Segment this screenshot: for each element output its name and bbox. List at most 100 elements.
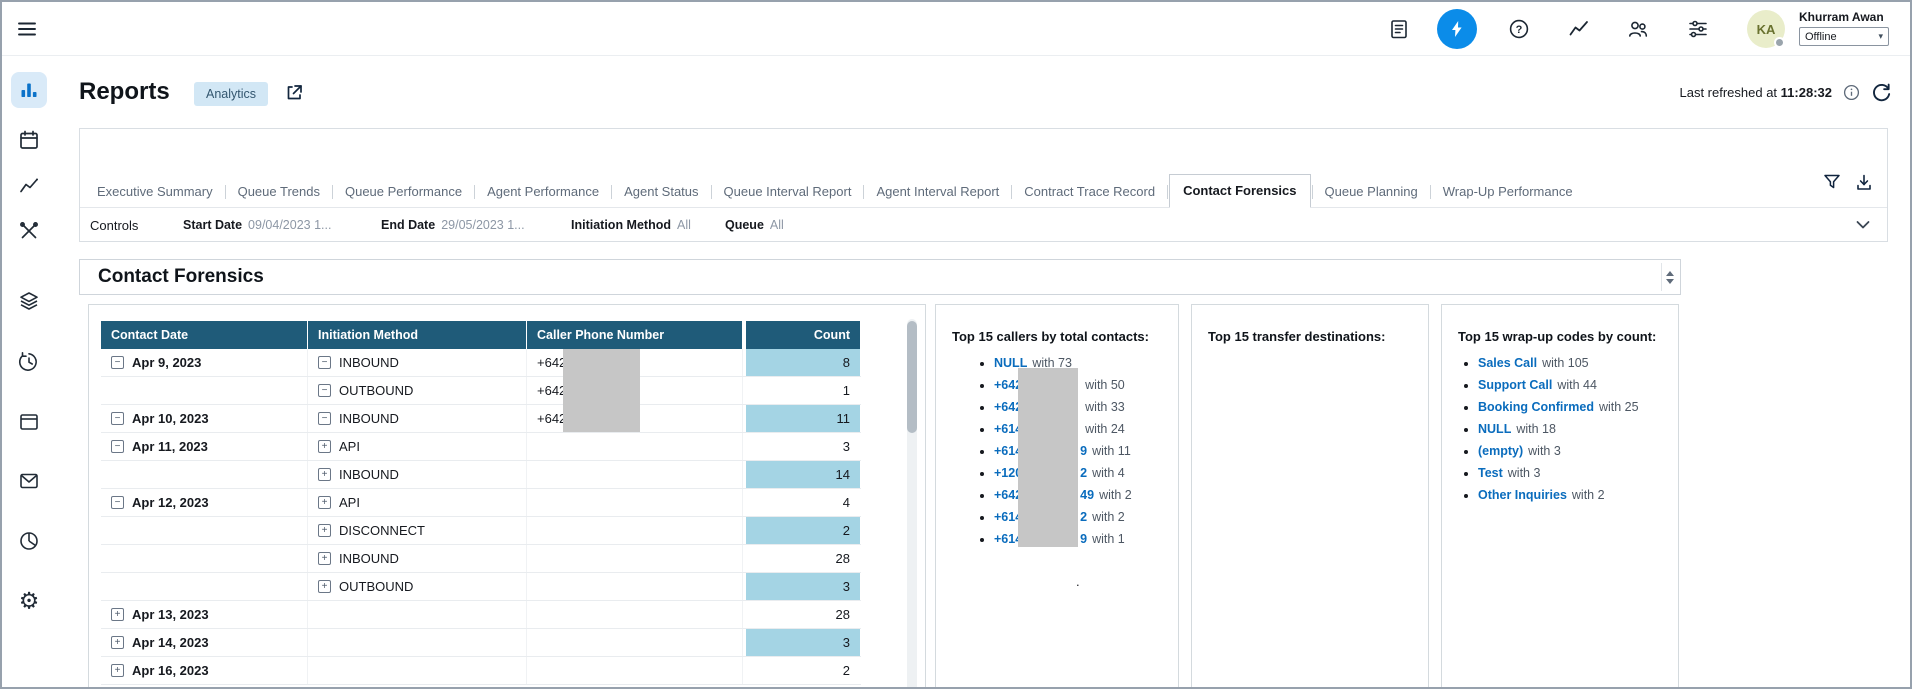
external-link-icon[interactable] <box>284 83 304 103</box>
lightning-icon[interactable] <box>1437 9 1477 49</box>
collapse-toggle-icon[interactable]: − <box>111 356 124 369</box>
tab-agent-performance[interactable]: Agent Performance <box>476 177 610 207</box>
users-icon[interactable] <box>1627 18 1649 40</box>
help-icon[interactable]: ? <box>1508 18 1530 40</box>
column-header-count[interactable]: Count <box>746 321 860 349</box>
table-row[interactable]: +DISCONNECT 2 <box>101 517 861 545</box>
table-row[interactable]: +Apr 14, 2023 3 <box>101 629 861 657</box>
tab-executive-summary[interactable]: Executive Summary <box>86 177 224 207</box>
metrics-chart-icon[interactable] <box>1568 18 1590 40</box>
control-start-date[interactable]: Start Date 09/04/2023 1... <box>183 208 331 242</box>
expand-toggle-icon[interactable]: + <box>111 608 124 621</box>
info-icon[interactable] <box>1843 84 1860 101</box>
analytics-badge[interactable]: Analytics <box>194 82 268 106</box>
sliders-icon[interactable] <box>1687 18 1709 40</box>
sidebar-item-pie[interactable] <box>18 530 40 552</box>
table-header-row: Contact Date Initiation Method Caller Ph… <box>101 321 861 349</box>
tab-queue-planning[interactable]: Queue Planning <box>1314 177 1429 207</box>
cell-contact-date: Apr 12, 2023 <box>132 495 209 510</box>
collapse-toggle-icon[interactable]: − <box>318 412 331 425</box>
bar-chart-icon <box>18 79 40 101</box>
panel-title: Top 15 callers by total contacts: <box>936 305 1178 344</box>
expand-toggle-icon[interactable]: + <box>318 468 331 481</box>
sidebar-item-analyses[interactable] <box>18 175 40 197</box>
sidebar-item-calendar[interactable] <box>18 129 40 151</box>
expand-toggle-icon[interactable]: + <box>318 496 331 509</box>
table-row[interactable]: −OUTBOUND +642 1 <box>101 377 861 405</box>
cell-count: 2 <box>843 663 850 678</box>
tab-agent-status[interactable]: Agent Status <box>613 177 709 207</box>
tab-contract-trace-record[interactable]: Contract Trace Record <box>1013 177 1166 207</box>
wrapup-link[interactable]: Test <box>1478 466 1503 480</box>
collapse-toggle-icon[interactable]: − <box>318 384 331 397</box>
avatar[interactable]: KA <box>1747 10 1785 48</box>
sidebar-item-dashboards[interactable] <box>11 72 47 108</box>
wrapup-link[interactable]: Other Inquiries <box>1478 488 1567 502</box>
notepad-icon[interactable] <box>1388 18 1410 40</box>
table-scrollbar[interactable] <box>907 319 917 689</box>
tab-agent-interval-report[interactable]: Agent Interval Report <box>865 177 1010 207</box>
column-header-initiation-method[interactable]: Initiation Method <box>308 321 527 349</box>
cell-contact-date: Apr 16, 2023 <box>132 663 209 678</box>
sidebar-item-settings[interactable]: ⚙ <box>19 590 40 613</box>
table-row[interactable]: −Apr 9, 2023 −INBOUND +642 8 <box>101 349 861 377</box>
collapse-toggle-icon[interactable]: − <box>111 412 124 425</box>
list-item: Booking Confirmedwith 25 <box>1478 398 1678 416</box>
collapse-toggle-icon[interactable]: − <box>111 440 124 453</box>
cell-count: 28 <box>836 607 850 622</box>
scroll-spinner[interactable] <box>1661 263 1677 291</box>
table-row[interactable]: −Apr 12, 2023 +API 4 <box>101 489 861 517</box>
control-queue[interactable]: Queue All <box>725 208 784 242</box>
collapse-toggle-icon[interactable]: − <box>318 356 331 369</box>
wrapup-link[interactable]: Support Call <box>1478 378 1552 392</box>
table-row[interactable]: +INBOUND 28 <box>101 545 861 573</box>
wrapup-link[interactable]: Booking Confirmed <box>1478 400 1594 414</box>
sidebar-item-mail[interactable] <box>18 470 40 492</box>
spinner-down-icon[interactable] <box>1666 279 1674 284</box>
tab-wrap-up-performance[interactable]: Wrap-Up Performance <box>1432 177 1584 207</box>
column-header-caller-phone[interactable]: Caller Phone Number <box>527 321 743 349</box>
sidebar-item-datasets[interactable] <box>18 290 40 312</box>
wrapup-link[interactable]: Sales Call <box>1478 356 1537 370</box>
refresh-icon[interactable] <box>1871 82 1892 103</box>
table-row[interactable]: + Apr 16, 2023 2 <box>101 657 861 685</box>
expand-toggle-icon[interactable]: + <box>318 552 331 565</box>
table-row[interactable]: −Apr 11, 2023 +API 3 <box>101 433 861 461</box>
report-tabs-card: Executive Summary Queue Trends Queue Per… <box>79 128 1888 242</box>
collapse-controls-chevron-icon[interactable] <box>1855 217 1871 233</box>
column-header-contact-date[interactable]: Contact Date <box>101 321 308 349</box>
control-initiation-method[interactable]: Initiation Method All <box>571 208 691 242</box>
last-refreshed-text: Last refreshed at 11:28:32 <box>1679 85 1832 100</box>
tab-contact-forensics[interactable]: Contact Forensics <box>1169 174 1310 208</box>
tab-queue-performance[interactable]: Queue Performance <box>334 177 473 207</box>
collapse-toggle-icon[interactable]: − <box>111 496 124 509</box>
menu-icon[interactable] <box>16 18 38 40</box>
sidebar-item-window[interactable] <box>18 411 40 433</box>
wrapup-link[interactable]: NULL <box>1478 422 1511 436</box>
wrapup-link[interactable]: (empty) <box>1478 444 1523 458</box>
expand-toggle-icon[interactable]: + <box>318 440 331 453</box>
tab-queue-interval-report[interactable]: Queue Interval Report <box>713 177 863 207</box>
table-row[interactable]: +OUTBOUND 3 <box>101 573 861 601</box>
cell-count: 3 <box>843 579 850 594</box>
tab-queue-trends[interactable]: Queue Trends <box>227 177 331 207</box>
list-item: Sales Call with 105 <box>1478 354 1678 372</box>
sidebar-item-history[interactable] <box>18 351 40 373</box>
controls-label: Controls <box>90 208 138 242</box>
status-select[interactable]: Offline ▾ <box>1799 27 1889 46</box>
expand-toggle-icon[interactable]: + <box>111 636 124 649</box>
wrapup-count-text: with 105 <box>1542 356 1589 370</box>
control-end-date[interactable]: End Date 29/05/2023 1... <box>381 208 525 242</box>
table-row[interactable]: −Apr 10, 2023 −INBOUND +642 11 <box>101 405 861 433</box>
expand-toggle-icon[interactable]: + <box>318 524 331 537</box>
top-bar: ? KA Khurram Awan Offline ▾ <box>2 2 1910 56</box>
expand-toggle-icon[interactable]: + <box>111 664 124 677</box>
table-row[interactable]: +Apr 13, 2023 28 <box>101 601 861 629</box>
history-icon <box>18 351 40 373</box>
table-scrollbar-thumb[interactable] <box>907 321 917 433</box>
expand-toggle-icon[interactable]: + <box>318 580 331 593</box>
gear-icon: ⚙ <box>19 590 40 613</box>
spinner-up-icon[interactable] <box>1666 271 1674 276</box>
sidebar-item-tools[interactable] <box>18 220 40 242</box>
table-row[interactable]: +INBOUND 14 <box>101 461 861 489</box>
